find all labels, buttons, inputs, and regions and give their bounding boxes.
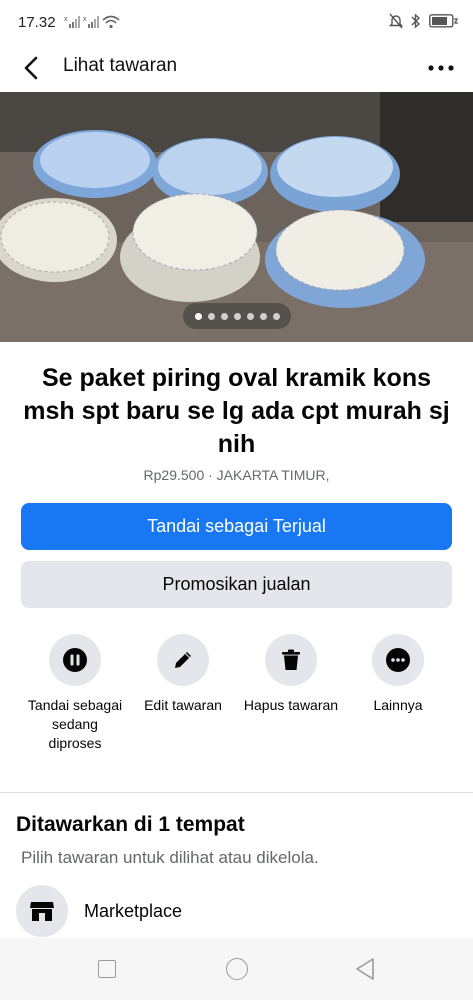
delete-listing-action[interactable]: Hapus tawaran	[241, 634, 341, 715]
more-actions[interactable]: Lainnya	[348, 634, 448, 715]
listing-price-location: Rp29.500 · JAKARTA TIMUR,	[143, 467, 330, 483]
listing-title: Se paket piring oval kramik kons msh spt…	[23, 364, 450, 458]
page-title: Lihat tawaran	[63, 55, 178, 76]
more-horizontal-icon	[428, 65, 454, 71]
mark-pending-action[interactable]: Tandai sebagai sedang diproses	[25, 634, 125, 753]
pencil-icon	[175, 652, 191, 668]
divider	[0, 792, 473, 793]
edit-listing-action[interactable]: Edit tawaran	[133, 634, 233, 715]
status-bar: 17.32 x x	[0, 0, 473, 44]
listing-actions: Tandai sebagai sedang diproses Edit tawa…	[0, 634, 473, 774]
battery-icon	[429, 14, 459, 28]
carousel-dot[interactable]	[207, 312, 215, 320]
status-signal-group: x x	[64, 15, 120, 29]
carousel-dot[interactable]	[194, 312, 202, 320]
more-actions-label: Lainnya	[373, 697, 423, 713]
system-nav-bar	[0, 938, 473, 1000]
top-app-bar: Lihat tawaran	[0, 44, 473, 92]
marketplace-label: Marketplace	[84, 901, 183, 921]
carousel-dot[interactable]	[246, 312, 254, 320]
sim2-signal-icon: x	[83, 16, 99, 28]
svg-text:x: x	[64, 16, 68, 23]
edit-listing-button[interactable]	[157, 634, 209, 686]
home-icon[interactable]	[226, 958, 248, 980]
wifi-icon	[102, 15, 120, 29]
back-triangle-icon[interactable]	[354, 957, 376, 981]
carousel-indicator[interactable]	[183, 303, 291, 329]
section-subtitle: Pilih tawaran untuk dilihat atau dikelol…	[21, 848, 319, 867]
svg-text:x: x	[83, 16, 87, 23]
more-options-button[interactable]	[421, 50, 461, 86]
carousel-dot[interactable]	[259, 312, 267, 320]
recent-apps-icon[interactable]	[98, 960, 116, 978]
bluetooth-icon	[411, 13, 421, 29]
promote-listing-button[interactable]: Promosikan jualan	[21, 561, 452, 608]
pause-icon	[63, 648, 87, 672]
section-title: Ditawarkan di 1 tempat	[16, 813, 245, 836]
delete-listing-button[interactable]	[265, 634, 317, 686]
trash-icon	[282, 649, 300, 670]
carousel-dot[interactable]	[233, 312, 241, 320]
silent-bell-icon	[389, 13, 403, 29]
back-button[interactable]	[14, 50, 50, 86]
mark-pending-label: Tandai sebagai sedang diproses	[27, 697, 123, 751]
status-time: 17.32	[18, 14, 56, 31]
sim1-signal-icon: x	[64, 16, 80, 28]
listing-photo[interactable]	[0, 92, 473, 342]
more-horizontal-icon	[386, 648, 410, 672]
mark-as-sold-button[interactable]: Tandai sebagai Terjual	[21, 503, 452, 550]
chevron-left-icon	[24, 56, 38, 80]
marketplace-icon-circle	[16, 885, 68, 937]
edit-listing-label: Edit tawaran	[144, 697, 222, 713]
status-right-group	[389, 13, 459, 29]
carousel-dot[interactable]	[272, 312, 280, 320]
marketplace-listing-row[interactable]: Marketplace	[0, 882, 473, 938]
storefront-icon	[30, 902, 54, 921]
mark-pending-button[interactable]	[49, 634, 101, 686]
more-actions-button[interactable]	[372, 634, 424, 686]
delete-listing-label: Hapus tawaran	[243, 697, 339, 713]
carousel-dot[interactable]	[220, 312, 228, 320]
